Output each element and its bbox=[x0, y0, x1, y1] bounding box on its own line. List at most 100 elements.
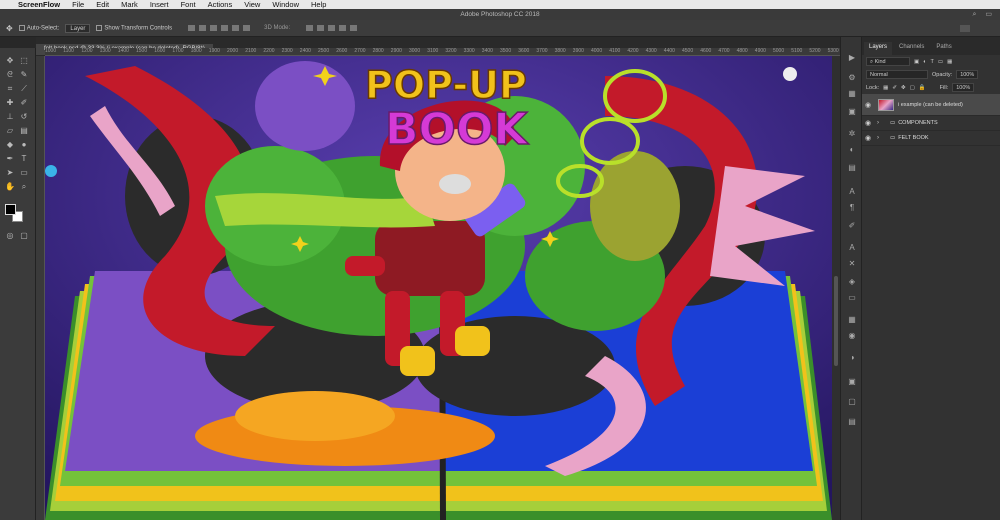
libraries-icon[interactable]: ▣ bbox=[846, 107, 858, 117]
navigator-icon[interactable]: ◉ bbox=[846, 331, 858, 341]
search-icon[interactable]: ⌕ bbox=[972, 9, 976, 20]
3d-slide-icon[interactable] bbox=[339, 25, 347, 31]
menu-mark[interactable]: Mark bbox=[121, 0, 138, 9]
play-icon[interactable]: ▶ bbox=[846, 53, 858, 63]
workspace-switcher-icon[interactable] bbox=[960, 24, 970, 32]
blend-mode-dropdown[interactable]: Normal bbox=[866, 70, 928, 79]
lasso-icon[interactable]: ᘓ bbox=[4, 70, 16, 80]
timeline-icon[interactable]: ▭ bbox=[846, 293, 858, 303]
crop-icon[interactable]: ⌗ bbox=[4, 84, 16, 94]
zoom-icon[interactable]: ⌕ bbox=[18, 182, 30, 192]
align-icon[interactable] bbox=[221, 25, 229, 31]
layer-row-components[interactable]: ◉ › ▭ COMPONENTS bbox=[862, 116, 1000, 131]
3d-rotate-icon[interactable] bbox=[306, 25, 314, 31]
menu-font[interactable]: Font bbox=[181, 0, 196, 9]
visibility-eye-icon[interactable]: ◉ bbox=[862, 101, 874, 109]
tab-channels[interactable]: Channels bbox=[894, 42, 929, 55]
group-expand-icon[interactable]: › bbox=[877, 120, 887, 126]
lock-transparent-icon[interactable]: ▦ bbox=[883, 85, 888, 91]
document-canvas[interactable]: POP-UP BOOK bbox=[45, 56, 832, 520]
info-icon[interactable]: ◑ bbox=[846, 353, 858, 363]
hand-icon[interactable]: ✋ bbox=[4, 182, 16, 192]
notes-icon[interactable]: ▢ bbox=[846, 397, 858, 407]
menu-file[interactable]: File bbox=[72, 0, 84, 9]
shape-icon[interactable]: ▭ bbox=[18, 168, 30, 178]
history-icon[interactable]: ⚙ bbox=[846, 73, 858, 83]
lock-paint-icon[interactable]: ✐ bbox=[892, 85, 897, 91]
menu-app-name[interactable]: ScreenFlow bbox=[18, 0, 60, 9]
history-brush-icon[interactable]: ↺ bbox=[18, 112, 30, 122]
character-icon[interactable]: A bbox=[846, 187, 858, 197]
tab-paths[interactable]: Paths bbox=[931, 42, 956, 55]
filter-adjust-icon[interactable]: ◐ bbox=[923, 59, 926, 65]
lock-artboard-icon[interactable]: ▢ bbox=[910, 85, 915, 91]
align-icon[interactable] bbox=[232, 25, 240, 31]
align-icon[interactable] bbox=[199, 25, 207, 31]
filter-pixel-icon[interactable]: ▣ bbox=[914, 59, 919, 65]
foreground-color-swatch[interactable] bbox=[5, 204, 16, 215]
paths-icon[interactable]: ✕ bbox=[846, 259, 858, 269]
ruler-tick-label: 3100 bbox=[427, 48, 439, 54]
path-select-icon[interactable]: ➤ bbox=[4, 168, 16, 178]
layer-row-example[interactable]: ◉ i example (can be deleted) bbox=[862, 94, 1000, 116]
clone-stamp-icon[interactable]: ⊥ bbox=[4, 112, 16, 122]
filter-type-icon[interactable]: T bbox=[931, 59, 934, 65]
brushes-icon[interactable]: ✐ bbox=[846, 221, 858, 231]
swatches-icon[interactable]: ▤ bbox=[846, 163, 858, 173]
move-icon[interactable]: ✥ bbox=[4, 56, 16, 66]
blur-icon[interactable]: ◆ bbox=[4, 140, 16, 150]
align-icon[interactable] bbox=[243, 25, 251, 31]
channels-icon[interactable]: ◈ bbox=[846, 277, 858, 287]
pen-icon[interactable]: ✒ bbox=[4, 154, 16, 164]
3d-scale-icon[interactable] bbox=[350, 25, 358, 31]
healing-brush-icon[interactable]: ✚ bbox=[4, 98, 16, 108]
color-icon[interactable]: ◐ bbox=[846, 145, 858, 155]
gradient-icon[interactable]: ▤ bbox=[18, 126, 30, 136]
quick-select-icon[interactable]: ✎ bbox=[18, 70, 30, 80]
auto-select-checkbox[interactable]: Auto-Select: bbox=[18, 24, 59, 31]
group-expand-icon[interactable]: › bbox=[877, 135, 887, 141]
layer-row-felt-book[interactable]: ◉ › ▭ FELT BOOK bbox=[862, 131, 1000, 146]
3d-roll-icon[interactable] bbox=[317, 25, 325, 31]
menu-actions[interactable]: Actions bbox=[208, 0, 233, 9]
align-icon[interactable] bbox=[210, 25, 218, 31]
lock-all-icon[interactable]: 🔒 bbox=[919, 85, 926, 91]
type-icon[interactable]: T bbox=[18, 154, 30, 164]
visibility-eye-icon[interactable]: ◉ bbox=[862, 119, 874, 127]
align-icon[interactable] bbox=[188, 25, 196, 31]
scrollbar-thumb[interactable] bbox=[834, 276, 838, 366]
properties-icon[interactable]: ▦ bbox=[846, 89, 858, 99]
eyedropper-icon[interactable]: ⟋ bbox=[18, 84, 30, 94]
eraser-icon[interactable]: ▱ bbox=[4, 126, 16, 136]
lock-position-icon[interactable]: ✥ bbox=[901, 85, 906, 91]
fill-input[interactable]: 100% bbox=[952, 83, 975, 92]
layer-comps-icon[interactable]: ▣ bbox=[846, 377, 858, 387]
filter-smart-icon[interactable]: ▦ bbox=[947, 59, 952, 65]
workspace-icon[interactable]: ▭ bbox=[985, 9, 992, 20]
paragraph-icon[interactable]: ¶ bbox=[846, 203, 858, 213]
quick-mask-icon[interactable]: ◎ bbox=[4, 231, 16, 241]
dodge-icon[interactable]: ● bbox=[18, 140, 30, 150]
filter-shape-icon[interactable]: ▭ bbox=[938, 59, 943, 65]
glyphs-icon[interactable]: A bbox=[846, 243, 858, 253]
3d-pan-icon[interactable] bbox=[328, 25, 336, 31]
show-transform-checkbox[interactable]: Show Transform Controls bbox=[96, 24, 172, 31]
tab-layers[interactable]: Layers bbox=[864, 42, 893, 55]
menu-window[interactable]: Window bbox=[272, 0, 299, 9]
visibility-eye-icon[interactable]: ◉ bbox=[862, 134, 874, 142]
menu-view[interactable]: View bbox=[244, 0, 260, 9]
brush-icon[interactable]: ✐ bbox=[18, 98, 30, 108]
menu-edit[interactable]: Edit bbox=[96, 0, 109, 9]
auto-select-dropdown[interactable]: Layer bbox=[65, 23, 91, 33]
adjust-icon[interactable]: ✲ bbox=[846, 129, 858, 139]
styles-icon[interactable]: ▦ bbox=[846, 315, 858, 325]
menu-help[interactable]: Help bbox=[311, 0, 326, 9]
vertical-scrollbar[interactable] bbox=[832, 56, 840, 520]
menu-insert[interactable]: Insert bbox=[150, 0, 169, 9]
actions-icon[interactable]: ▤ bbox=[846, 417, 858, 427]
opacity-input[interactable]: 100% bbox=[956, 70, 979, 79]
move-tool-icon[interactable]: ✥ bbox=[6, 24, 13, 33]
layer-filter-dropdown[interactable]: ⌕ Kind bbox=[866, 57, 910, 66]
screen-mode-icon[interactable]: ▢ bbox=[18, 231, 30, 241]
marquee-icon[interactable]: ⬚ bbox=[18, 56, 30, 66]
